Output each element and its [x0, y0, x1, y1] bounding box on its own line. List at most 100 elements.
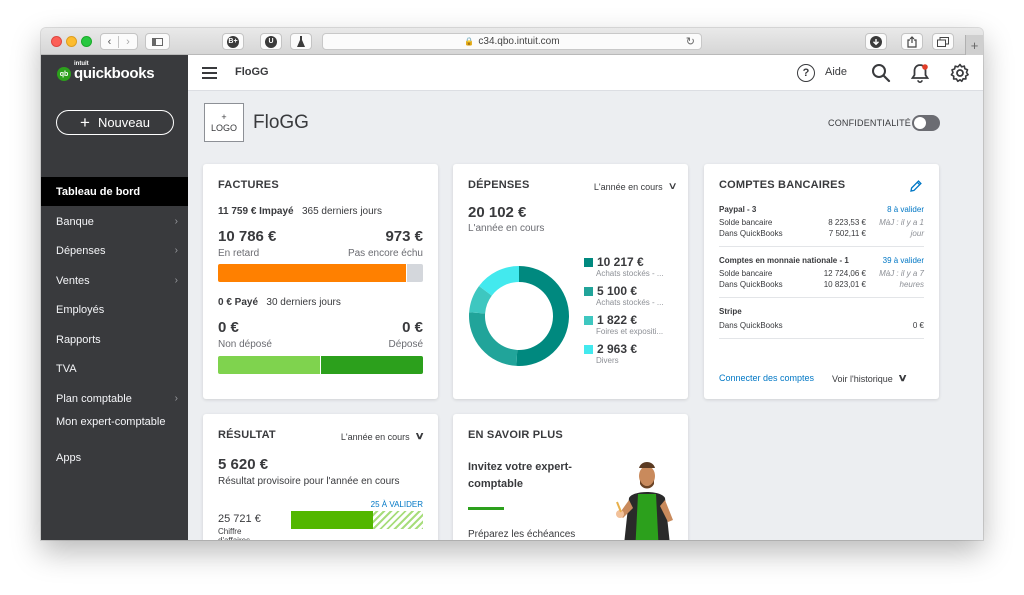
sidebar-item-reports[interactable]: Rapports — [41, 325, 188, 354]
legend-value[interactable]: 10 217 € — [597, 255, 644, 269]
forward-icon[interactable]: › — [119, 36, 137, 48]
privacy-toggle[interactable] — [912, 115, 940, 131]
edit-pencil-icon[interactable] — [910, 180, 922, 192]
sidebar-item-employees[interactable]: Employés — [41, 295, 188, 324]
revenue-bar[interactable] — [291, 511, 373, 529]
sidebar-toggle-button[interactable] — [145, 33, 170, 50]
history-label: Voir l'historique — [832, 373, 893, 384]
logo-placeholder-label: LOGO — [210, 122, 237, 133]
legend-label: Achats stockés - ... — [596, 269, 664, 278]
bank-accounts-card: COMPTES BANCAIRES Paypal - 3 8 à valider… — [704, 164, 939, 399]
paid-period: 30 derniers jours — [266, 297, 341, 308]
logo-intuit-text: intuit — [74, 61, 89, 67]
back-icon[interactable]: ‹ — [101, 35, 120, 48]
back-forward-buttons[interactable]: ‹ › — [100, 33, 138, 50]
bank-balance-value: 12 724,06 € — [823, 269, 866, 278]
new-tab-button[interactable]: + — [965, 35, 983, 55]
close-window-button[interactable] — [51, 36, 62, 47]
undeposited-bar[interactable] — [218, 356, 320, 374]
legend-value[interactable]: 5 100 € — [597, 284, 637, 298]
extension-button[interactable]: U — [260, 33, 282, 50]
expenses-total-label: L'année en cours — [468, 223, 545, 234]
net-income-value: 5 620 € — [218, 456, 269, 473]
deposited-bar[interactable] — [321, 356, 423, 374]
sidebar-item-apps[interactable]: Apps — [41, 443, 188, 472]
profit-period-dropdown[interactable]: L'année en cours ∨ — [341, 431, 425, 442]
settings-gear-icon[interactable] — [950, 63, 970, 83]
sidebar-item-label: TVA — [56, 362, 77, 375]
sidebar-item-label: Tableau de bord — [56, 185, 141, 198]
not-due-label: Pas encore échu — [347, 248, 423, 259]
donut-slice[interactable] — [516, 266, 570, 366]
plus-icon: + — [221, 111, 227, 122]
sidebar-item-label: Mon expert-comptable — [56, 416, 166, 428]
share-icon — [907, 35, 917, 48]
quickbooks-logo[interactable]: qb intuit quickbooks — [57, 61, 155, 83]
connect-accounts-link[interactable]: Connecter des comptes — [719, 373, 814, 383]
to-validate-link[interactable]: 8 à valider — [887, 205, 924, 214]
revenue-label: Chiffre d'affaires — [218, 527, 250, 540]
chevron-right-icon: › — [174, 216, 178, 227]
account-name[interactable]: Comptes en monnaie nationale - 1 — [719, 256, 849, 265]
extension-badge: B+ — [227, 35, 239, 48]
last-update: MàJ : il y a 1 jour — [879, 217, 924, 239]
not-due-bar[interactable] — [407, 264, 423, 282]
expenses-period-dropdown[interactable]: L'année en cours ∨ — [594, 181, 678, 192]
expenses-total: 20 102 € — [468, 204, 527, 221]
share-button[interactable] — [901, 33, 923, 50]
divider — [719, 297, 924, 298]
download-icon — [870, 35, 882, 48]
sidebar-icon — [152, 37, 163, 46]
expenses-donut-chart[interactable] — [467, 264, 571, 368]
to-validate-link[interactable]: 39 à valider — [883, 256, 924, 265]
accent-underline — [468, 507, 504, 510]
legend-value[interactable]: 1 822 € — [597, 313, 637, 327]
chevron-right-icon: › — [174, 393, 178, 404]
account-name[interactable]: Paypal - 3 — [719, 205, 756, 214]
to-validate-link[interactable]: 25 À VALIDER — [371, 500, 423, 509]
sidebar-item-accountant[interactable]: Mon expert-comptable — [56, 416, 176, 429]
account-name[interactable]: Stripe — [719, 307, 742, 316]
tabs-overview-button[interactable] — [932, 33, 954, 50]
sidebar-item-dashboard[interactable]: Tableau de bord — [41, 177, 188, 206]
extension-button[interactable] — [290, 33, 312, 50]
minimize-window-button[interactable] — [66, 36, 77, 47]
unpaid-amount: 11 759 € Impayé — [218, 206, 294, 217]
unpaid-summary[interactable]: 11 759 € Impayé 365 derniers jours — [218, 206, 382, 217]
reload-icon[interactable]: ↻ — [686, 35, 695, 48]
help-icon[interactable]: ? — [797, 64, 815, 82]
divider — [719, 246, 924, 247]
menu-icon[interactable] — [202, 67, 217, 79]
help-label[interactable]: Aide — [825, 66, 847, 78]
bank-balance-value: 8 223,53 € — [828, 218, 866, 227]
sidebar-item-sales[interactable]: Ventes › — [41, 266, 188, 295]
sidebar-item-bank[interactable]: Banque › — [41, 207, 188, 236]
new-button[interactable]: + Nouveau — [56, 110, 174, 135]
address-bar[interactable]: 🔒 c34.qbo.intuit.com ↻ — [322, 33, 702, 50]
sidebar-item-label: Banque — [56, 215, 94, 228]
legend-value[interactable]: 2 963 € — [597, 342, 637, 356]
undeposited-value: 0 € — [218, 319, 239, 336]
notifications-bell-icon[interactable] — [910, 63, 930, 83]
dashboard: + LOGO FloGG CONFIDENTIALITÉ FACTURES 11… — [188, 91, 983, 540]
new-button-label: Nouveau — [97, 115, 150, 130]
sidebar-item-expenses[interactable]: Dépenses › — [41, 236, 188, 265]
card-title: RÉSULTAT — [218, 429, 276, 441]
last-update-line: jour — [910, 229, 924, 238]
download-button[interactable] — [865, 33, 887, 50]
overdue-bar[interactable] — [218, 264, 406, 282]
paid-summary[interactable]: 0 € Payé 30 derniers jours — [218, 297, 341, 308]
extension-badge: U — [265, 35, 277, 48]
history-dropdown[interactable]: Voir l'historique ∨ — [832, 373, 908, 384]
donut-slice[interactable] — [469, 312, 518, 366]
sidebar-item-vat[interactable]: TVA — [41, 354, 188, 383]
search-icon[interactable] — [871, 63, 891, 83]
zoom-window-button[interactable] — [81, 36, 92, 47]
company-logo-upload[interactable]: + LOGO — [204, 103, 244, 142]
extension-button[interactable]: B+ — [222, 33, 244, 50]
chevron-down-icon: ∨ — [414, 431, 425, 442]
promo-heading: Invitez votre expert-comptable — [468, 459, 572, 493]
deposited-value: 0 € — [402, 319, 423, 336]
sidebar-item-chart-of-accounts[interactable]: Plan comptable › — [41, 384, 188, 413]
bank-balance-label: Solde bancaire — [719, 269, 773, 278]
